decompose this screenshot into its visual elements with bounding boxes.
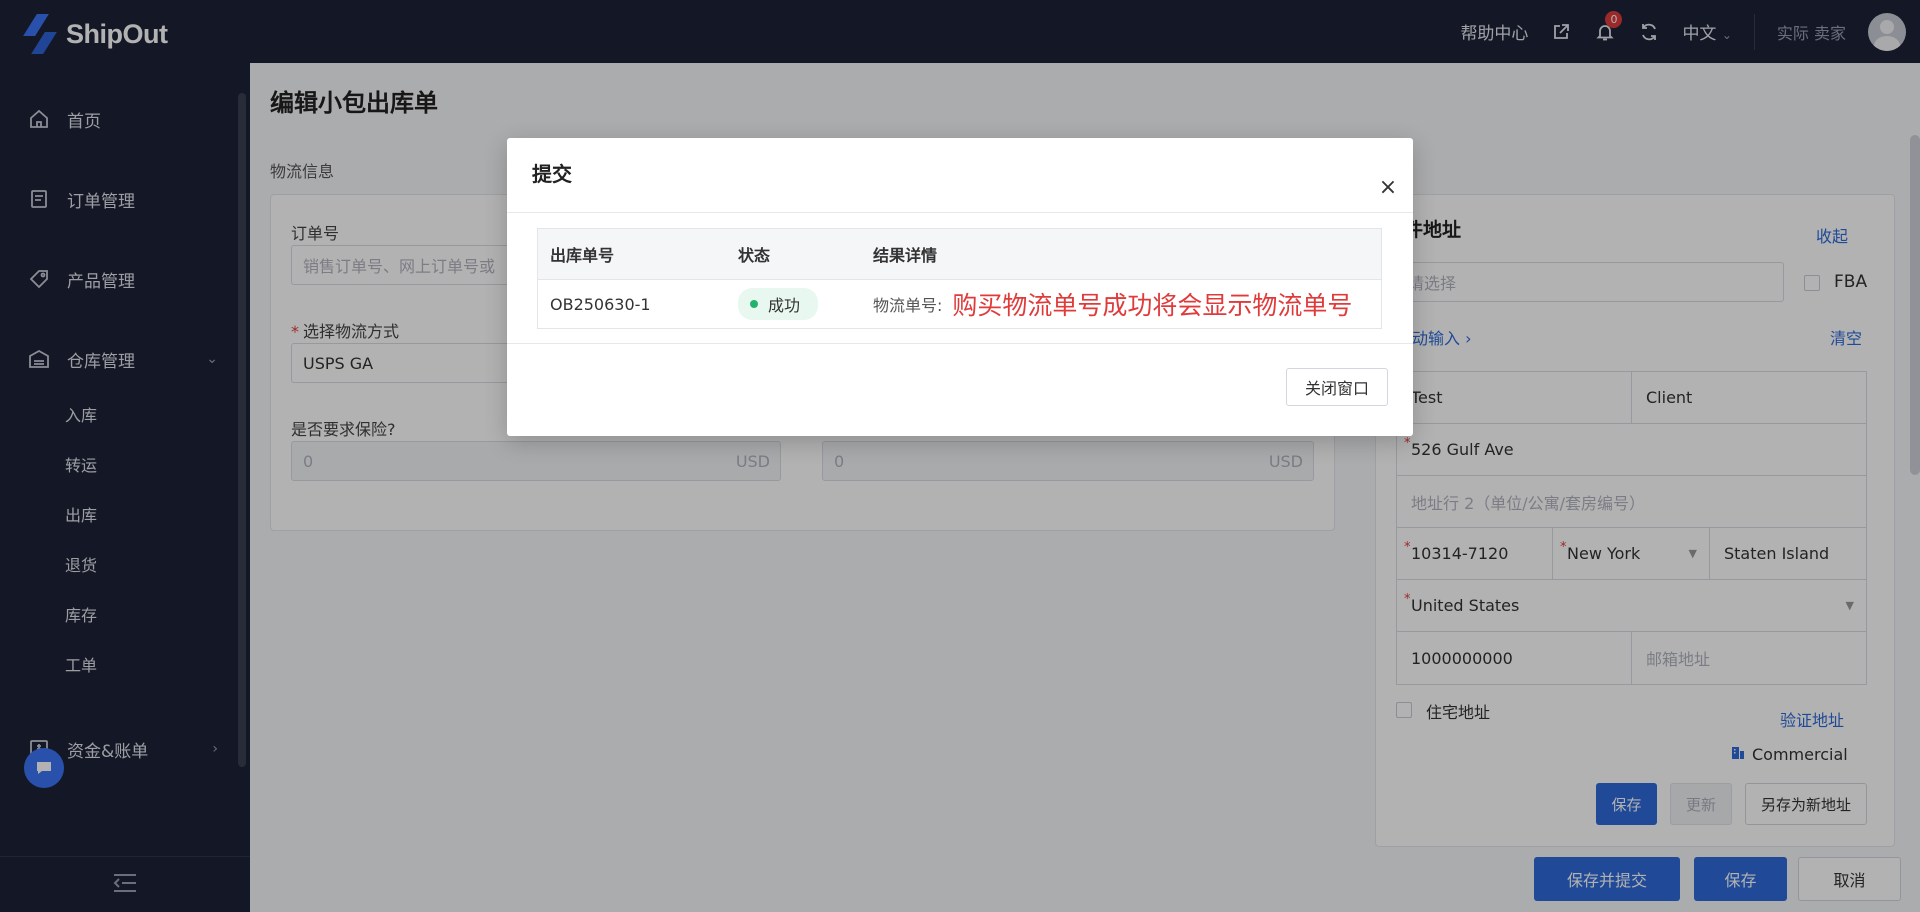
detail-cell: 物流单号: 购买物流单号成功将会显示物流单号 (873, 286, 1381, 322)
table-header: 出库单号 状态 结果详情 (538, 229, 1381, 279)
column-header-detail: 结果详情 (873, 246, 938, 265)
tracking-note-annotation: 购买物流单号成功将会显示物流单号 (952, 291, 1353, 320)
close-window-button[interactable]: 关闭窗口 (1286, 368, 1388, 406)
status-cell: 成功 (738, 288, 873, 320)
dialog-footer-divider (507, 343, 1413, 344)
result-table: 出库单号 状态 结果详情 OB250630-1 成功 物流单号: 购买物流单号成… (537, 228, 1382, 329)
column-header-status: 状态 (738, 246, 771, 265)
dialog-header-divider (507, 212, 1413, 213)
tracking-no-label: 物流单号: (873, 296, 943, 315)
submit-dialog: 提交 × 出库单号 状态 结果详情 OB250630-1 成功 物流单号: 购买… (507, 138, 1413, 436)
outbound-no-cell: OB250630-1 (550, 294, 651, 314)
table-row: OB250630-1 成功 物流单号: 购买物流单号成功将会显示物流单号 (538, 279, 1381, 328)
status-text: 成功 (768, 296, 801, 315)
close-icon[interactable]: × (1377, 175, 1399, 200)
status-badge: 成功 (738, 288, 819, 320)
success-dot-icon (750, 300, 758, 308)
column-header-outbound-no: 出库单号 (550, 246, 615, 265)
dialog-title: 提交 (532, 162, 572, 186)
modal-overlay[interactable] (0, 0, 1920, 912)
